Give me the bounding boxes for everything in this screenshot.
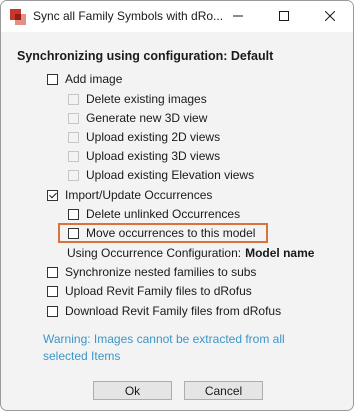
delete-existing-images-checkbox [68,93,79,105]
occurrence-configuration-value: Model name [245,246,315,260]
import-update-occurrences-row[interactable]: Import/Update Occurrences [47,187,212,203]
ok-button[interactable]: Ok [93,381,172,400]
download-revit-family-checkbox[interactable] [47,305,58,317]
close-icon [324,10,336,24]
delete-unlinked-occurrences-checkbox[interactable] [68,208,79,220]
upload-existing-3d-views-row: Upload existing 3D views [68,148,220,164]
download-revit-family-row[interactable]: Download Revit Family files from dRofus [47,303,281,319]
generate-new-3d-view-row: Generate new 3D view [68,110,207,126]
title-bar[interactable]: Sync all Family Symbols with dRo... [1,1,353,32]
window-title: Sync all Family Symbols with dRo... [33,9,224,23]
minimize-button[interactable] [215,1,261,32]
upload-revit-family-checkbox[interactable] [47,285,58,297]
delete-existing-images-row: Delete existing images [68,91,207,107]
synchronize-nested-checkbox[interactable] [47,266,58,278]
import-update-occurrences-label: Import/Update Occurrences [65,188,213,202]
maximize-button[interactable] [261,1,307,32]
upload-existing-2d-views-checkbox [68,131,79,143]
cancel-button[interactable]: Cancel [184,381,263,400]
generate-new-3d-view-label: Generate new 3D view [86,111,208,125]
move-occurrences-row[interactable]: Move occurrences to this model [68,225,255,241]
app-icon [10,9,26,25]
upload-existing-2d-views-label: Upload existing 2D views [86,130,221,144]
warning-message: Warning: Images cannot be extracted from… [43,332,285,363]
occurrence-configuration-label: Using Occurrence Configuration: [67,246,242,260]
download-revit-family-label: Download Revit Family files from dRofus [65,304,282,318]
generate-new-3d-view-checkbox [68,112,79,124]
move-occurrences-label: Move occurrences to this model [86,226,256,240]
occurrence-configuration: Using Occurrence Configuration: Model nam… [67,246,314,260]
move-occurrences-checkbox[interactable] [68,227,79,239]
delete-existing-images-label: Delete existing images [86,92,207,106]
upload-existing-elevation-views-row: Upload existing Elevation views [68,167,254,183]
upload-existing-3d-views-label: Upload existing 3D views [86,149,221,163]
add-image-checkbox[interactable] [47,73,58,85]
upload-existing-elevation-views-label: Upload existing Elevation views [86,168,255,182]
import-update-occurrences-checkbox[interactable] [47,189,58,201]
maximize-icon [279,10,289,24]
minimize-icon [233,10,243,24]
configuration-heading: Synchronizing using configuration: Defau… [17,49,274,63]
upload-revit-family-row[interactable]: Upload Revit Family files to dRofus [47,283,252,299]
upload-revit-family-label: Upload Revit Family files to dRofus [65,284,252,298]
add-image-checkbox-row[interactable]: Add image [47,71,122,87]
delete-unlinked-occurrences-row[interactable]: Delete unlinked Occurrences [68,206,240,222]
synchronize-nested-row[interactable]: Synchronize nested families to subs [47,264,256,280]
upload-existing-3d-views-checkbox [68,150,79,162]
upload-existing-2d-views-row: Upload existing 2D views [68,129,220,145]
upload-existing-elevation-views-checkbox [68,169,79,181]
close-button[interactable] [307,1,353,32]
add-image-label: Add image [65,72,123,86]
delete-unlinked-occurrences-label: Delete unlinked Occurrences [86,207,241,221]
dialog-window: Sync all Family Symbols with dRo... Sync… [0,0,354,411]
synchronize-nested-label: Synchronize nested families to subs [65,265,257,279]
